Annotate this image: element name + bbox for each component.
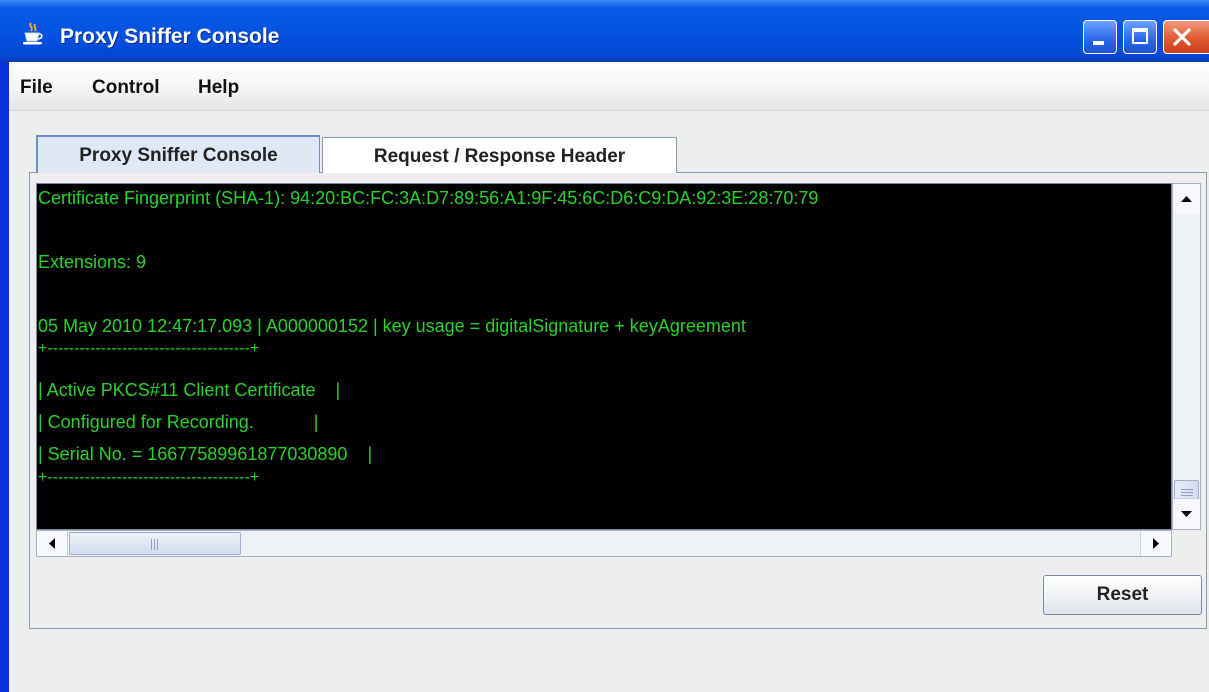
title-bar[interactable]: Proxy Sniffer Console bbox=[0, 0, 1209, 62]
scroll-right-button[interactable] bbox=[1140, 531, 1171, 556]
console-line: Certificate Fingerprint (SHA-1): 94:20:B… bbox=[38, 188, 819, 208]
application-window: Proxy Sniffer Console File Control Help … bbox=[0, 0, 1209, 692]
tab-request-response-header[interactable]: Request / Response Header bbox=[322, 137, 677, 173]
tab-proxy-sniffer-console[interactable]: Proxy Sniffer Console bbox=[36, 135, 320, 173]
console-line: +--------------------------------------+ bbox=[38, 469, 260, 486]
reset-button[interactable]: Reset bbox=[1043, 575, 1202, 615]
menu-control[interactable]: Control bbox=[92, 77, 160, 99]
grip-line bbox=[157, 539, 158, 550]
arrow-up-icon bbox=[1181, 196, 1192, 202]
console-line: | Serial No. = 16677589961877030890 | bbox=[38, 444, 373, 464]
grip-line bbox=[1181, 489, 1193, 490]
console-line: | Configured for Recording. | bbox=[38, 412, 319, 432]
grip-line bbox=[151, 539, 152, 550]
arrow-left-icon bbox=[49, 538, 55, 549]
java-cup-icon bbox=[23, 22, 43, 45]
console-line: Extensions: 9 bbox=[38, 252, 147, 272]
client-area: File Control Help Certificate Fingerprin… bbox=[9, 62, 1209, 692]
console-line: 05 May 2010 12:47:17.093 | A000000152 | … bbox=[38, 316, 746, 336]
window-title: Proxy Sniffer Console bbox=[60, 25, 280, 48]
tab-panel: Certificate Fingerprint (SHA-1): 94:20:B… bbox=[29, 172, 1207, 629]
close-button[interactable] bbox=[1163, 20, 1209, 54]
console-line: | Active PKCS#11 Client Certificate | bbox=[38, 380, 341, 400]
grip-line bbox=[1181, 492, 1193, 493]
scroll-left-button[interactable] bbox=[37, 531, 68, 556]
menu-help[interactable]: Help bbox=[198, 77, 239, 99]
close-icon bbox=[1173, 28, 1191, 46]
console-output[interactable]: Certificate Fingerprint (SHA-1): 94:20:B… bbox=[36, 183, 1172, 530]
arrow-down-icon bbox=[1181, 511, 1192, 517]
console-line: +--------------------------------------+ bbox=[38, 340, 260, 357]
scroll-up-button[interactable] bbox=[1173, 184, 1200, 214]
scroll-down-button[interactable] bbox=[1173, 498, 1200, 529]
grip-line bbox=[154, 539, 155, 550]
minimize-button[interactable] bbox=[1083, 20, 1117, 54]
maximize-button[interactable] bbox=[1123, 20, 1157, 54]
grip-line bbox=[1181, 495, 1193, 496]
arrow-right-icon bbox=[1153, 538, 1159, 549]
scroll-corner bbox=[1172, 530, 1201, 557]
horizontal-scrollbar[interactable] bbox=[36, 530, 1172, 557]
vertical-scrollbar[interactable] bbox=[1172, 183, 1201, 530]
horizontal-scroll-thumb[interactable] bbox=[69, 532, 241, 555]
menu-file[interactable]: File bbox=[20, 77, 53, 99]
menu-bar: File Control Help bbox=[9, 62, 1209, 111]
